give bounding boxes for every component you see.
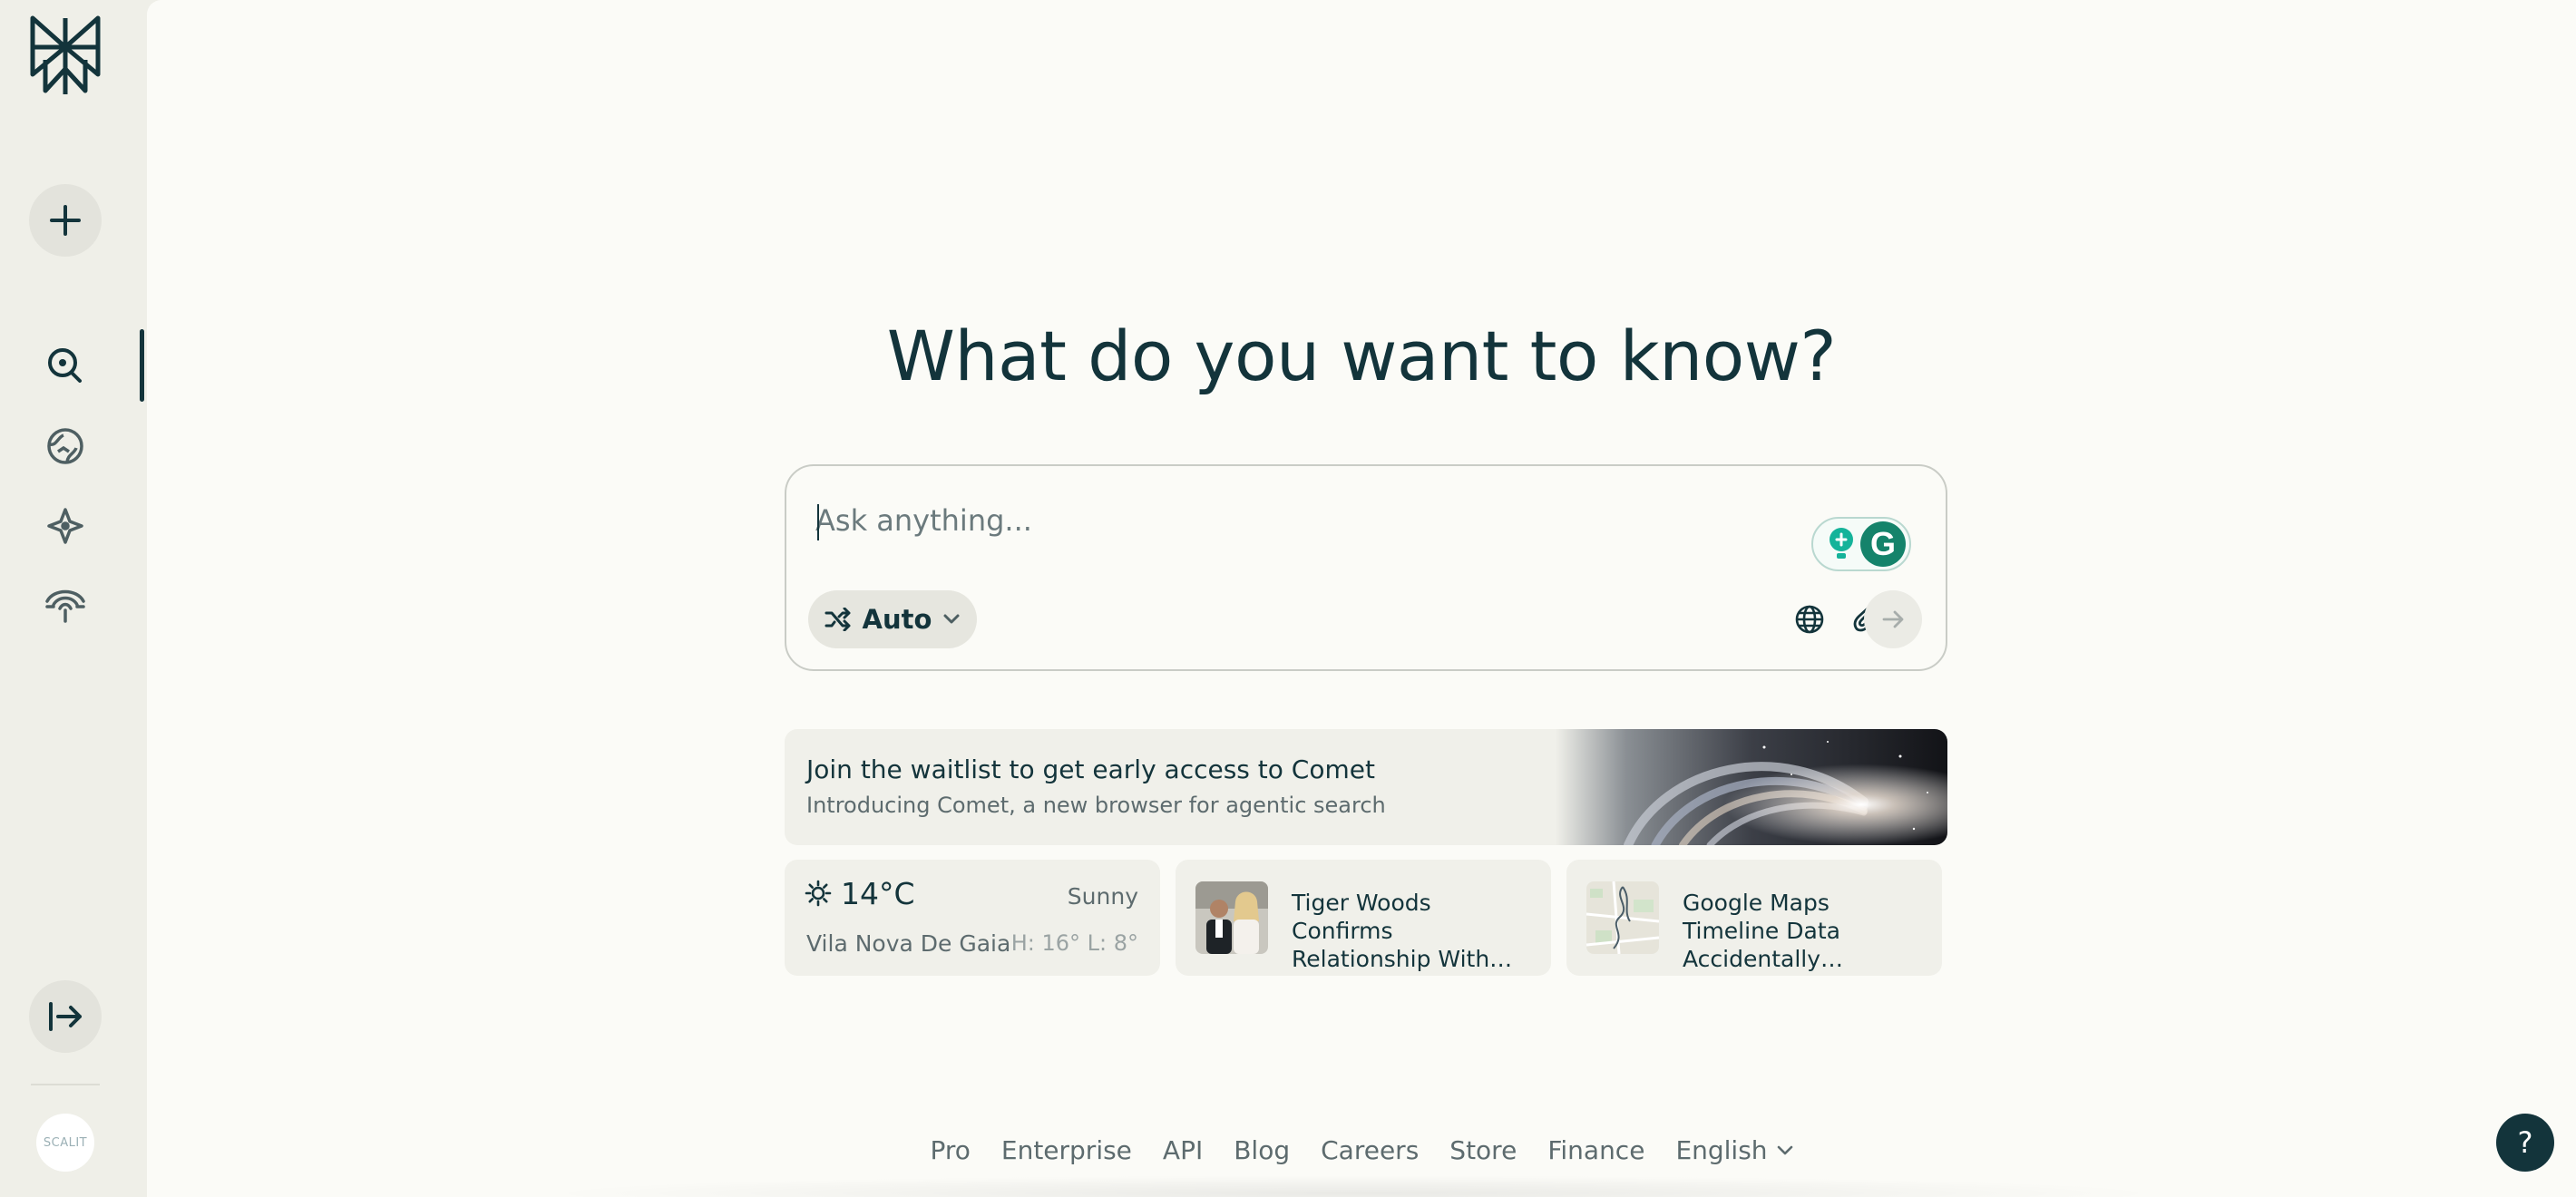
language-label: English [1675,1135,1768,1165]
plus-icon [50,205,81,236]
footer: Pro Enterprise API Blog Careers Store Fi… [147,1135,2576,1165]
footer-link-careers[interactable]: Careers [1321,1135,1419,1165]
help-button[interactable]: ? [2496,1114,2554,1172]
weather-card[interactable]: 14°C Sunny Vila Nova De Gaia H: 16° L: 8… [785,860,1160,976]
nav-item-library[interactable] [38,578,93,632]
footer-link-blog[interactable]: Blog [1234,1135,1290,1165]
mode-selector-button[interactable]: Auto [808,590,977,648]
new-thread-button[interactable] [29,184,102,257]
sidebar: SCALIT [0,0,147,1197]
search-input[interactable] [815,488,1722,553]
weather-condition: Sunny [1067,883,1138,910]
arrow-right-icon [1882,610,1904,628]
grammarly-icon: G [1860,521,1906,567]
nav-active-indicator [140,329,144,402]
main-panel: What do you want to know? G Auto [147,0,2576,1197]
footer-link-pro[interactable]: Pro [930,1135,970,1165]
news-title: Google Maps Timeline Data Accidentally… [1683,890,1844,972]
expand-icon [49,1002,82,1031]
web-search-toggle[interactable] [1790,599,1830,639]
page-title: What do you want to know? [886,316,1837,396]
news-title: Tiger Woods Confirms Relationship With… [1292,890,1513,972]
lightbulb-icon [1830,528,1853,559]
footer-link-finance[interactable]: Finance [1547,1135,1644,1165]
perplexity-logo[interactable] [27,15,103,98]
footer-shadow [537,1175,2170,1197]
weather-city: Vila Nova De Gaia [806,930,1011,957]
weather-high-low: H: 16° L: 8° [1010,930,1138,956]
banner-title: Join the waitlist to get early access to… [806,754,1375,784]
nav-item-discover[interactable] [38,419,93,473]
news-thumbnail [1586,881,1659,954]
sun-icon [805,880,832,907]
weather-temperature: 14°C [841,876,915,911]
sparkle-icon [47,508,83,544]
comet-image [1556,729,1947,845]
avatar[interactable]: SCALIT [36,1114,94,1172]
footer-link-enterprise[interactable]: Enterprise [1001,1135,1132,1165]
ask-box: G Auto [785,464,1947,671]
news-card[interactable]: Google Maps Timeline Data Accidentally… [1566,860,1942,976]
comet-banner[interactable]: Join the waitlist to get early access to… [785,729,1947,845]
submit-button[interactable] [1864,590,1922,648]
globe-icon [47,428,83,464]
footer-link-store[interactable]: Store [1449,1135,1517,1165]
mode-label: Auto [862,604,932,635]
news-thumbnail [1195,881,1268,954]
chevron-down-icon [943,614,960,624]
signal-icon [45,589,85,623]
news-card[interactable]: Tiger Woods Confirms Relationship With… [1176,860,1551,976]
language-selector[interactable]: English [1675,1135,1792,1165]
text-caret [817,504,819,540]
grammarly-widget[interactable]: G [1811,517,1911,571]
nav-item-spaces[interactable] [38,499,93,553]
expand-sidebar-button[interactable] [29,980,102,1053]
app: SCALIT What do you want to know? G A [0,0,2576,1197]
shuffle-icon [825,608,851,631]
banner-subtitle: Introducing Comet, a new browser for age… [806,793,1386,818]
nav-item-search[interactable] [38,338,93,393]
globe-icon [1795,605,1824,634]
chevron-down-icon [1777,1145,1792,1154]
sidebar-divider [31,1084,100,1085]
footer-link-api[interactable]: API [1163,1135,1203,1165]
search-icon [48,348,82,383]
